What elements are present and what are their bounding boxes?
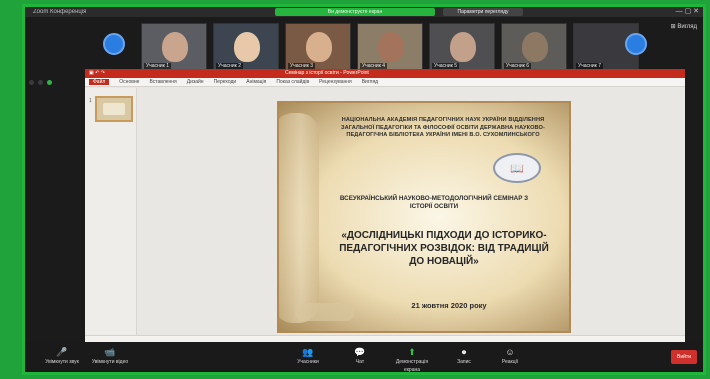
participant-tile[interactable]: Учасник 1: [141, 23, 207, 71]
smiley-icon: ☺: [505, 347, 515, 357]
participants-icon: 👥: [302, 347, 314, 357]
thumbnail-preview: [103, 103, 125, 115]
participants-button[interactable]: 👥 Учасники: [285, 346, 331, 370]
slide-number: 1: [89, 98, 92, 104]
view-options-button[interactable]: Параметри перегляду: [443, 8, 523, 16]
app-title: Zoom Конференція: [33, 9, 87, 15]
left-rail: [29, 77, 69, 87]
tab-home[interactable]: Основне: [119, 79, 139, 85]
status-dot-icon: [47, 79, 52, 85]
powerpoint-window: ▣ ↶ ↷ Семінар з історії освіти - PowerPo…: [85, 69, 685, 345]
organization-text: НАЦІОНАЛЬНА АКАДЕМІЯ ПЕДАГОГІЧНИХ НАУК У…: [341, 117, 545, 139]
microphone-icon: 🎤: [56, 347, 68, 357]
seminar-subtitle: ВСЕУКРАЇНСЬКИЙ НАУКОВО-МЕТОДОЛОГІЧНИЙ СЕ…: [339, 195, 529, 211]
participant-tile[interactable]: Учасник 4: [357, 23, 423, 71]
view-toggle-button[interactable]: ⊞ Вигляд: [671, 23, 697, 30]
ppt-ribbon-tabs: Файл Основне Вставлення Дизайн Переходи …: [85, 78, 685, 87]
scroll-decoration: [279, 113, 319, 323]
participant-avatar: [306, 32, 332, 62]
chat-button[interactable]: 💬 Чат: [337, 346, 383, 370]
tab-file[interactable]: Файл: [89, 79, 110, 85]
leave-meeting-button[interactable]: Вийти: [671, 350, 697, 364]
slide-thumbnail[interactable]: 1: [89, 96, 133, 122]
tab-view[interactable]: Вигляд: [362, 79, 378, 85]
tab-transitions[interactable]: Переходи: [214, 79, 237, 85]
participants-label: Учасники: [297, 359, 319, 365]
reactions-label: Реакції: [501, 359, 519, 365]
tab-animations[interactable]: Анімація: [246, 79, 266, 85]
share-screen-icon: ⬆: [408, 347, 416, 357]
next-page-arrow-icon[interactable]: [625, 33, 647, 55]
quick-access-toolbar[interactable]: ▣ ↶ ↷: [89, 69, 105, 78]
participant-avatar: [450, 32, 476, 62]
library-emblem-icon: 📖: [493, 153, 541, 183]
unmute-button[interactable]: 🎤 Увімкнути звук: [39, 346, 85, 370]
tab-design[interactable]: Дизайн: [187, 79, 204, 85]
participant-avatar: [522, 32, 548, 62]
start-video-button[interactable]: 📹 Увімкнути відео: [87, 346, 133, 370]
zoom-window: Zoom Конференція Ви демонструєте екран П…: [22, 4, 706, 375]
participant-tile[interactable]: Учасник 2: [213, 23, 279, 71]
share-screen-button[interactable]: ⬆ Демонстрація екрана: [389, 346, 435, 372]
participant-avatar: [378, 32, 404, 62]
window-titlebar: Zoom Конференція Ви демонструєте екран П…: [25, 7, 703, 17]
ppt-titlebar: ▣ ↶ ↷ Семінар з історії освіти - PowerPo…: [85, 69, 685, 78]
slide-thumbnails-panel: 1: [85, 88, 137, 335]
zoom-meeting-toolbar: 🎤 Увімкнути звук 📹 Увімкнути відео 👥 Уча…: [25, 342, 703, 372]
slide-canvas[interactable]: НАЦІОНАЛЬНА АКАДЕМІЯ ПЕДАГОГІЧНИХ НАУК У…: [277, 101, 571, 333]
start-video-label: Увімкнути відео: [91, 359, 129, 365]
screen-share-indicator[interactable]: Ви демонструєте екран: [275, 8, 435, 16]
participant-tile[interactable]: Учасник 3: [285, 23, 351, 71]
previous-page-arrow-icon[interactable]: [103, 33, 125, 55]
tab-review[interactable]: Рецензування: [319, 79, 352, 85]
record-icon: ⏺: [461, 347, 467, 357]
event-date: 21 жовтня 2020 року: [411, 301, 487, 310]
status-dot-icon: [29, 79, 34, 85]
record-button[interactable]: ⏺ Запис: [441, 346, 487, 370]
window-controls[interactable]: — ▢ ✕: [676, 7, 699, 15]
reactions-button[interactable]: ☺ Реакції: [487, 346, 533, 370]
share-screen-label: Демонстрація екрана: [395, 359, 429, 373]
unmute-label: Увімкнути звук: [45, 359, 79, 365]
slide-main-title: «ДОСЛІДНИЦЬКІ ПІДХОДИ ДО ІСТОРИКО-ПЕДАГО…: [339, 230, 549, 267]
participant-tile[interactable]: Учасник 6: [501, 23, 567, 71]
status-dot-icon: [38, 79, 43, 85]
participant-avatar: [234, 32, 260, 62]
chat-label: Чат: [355, 359, 365, 365]
participant-tile[interactable]: Учасник 5: [429, 23, 495, 71]
ppt-document-title: Семінар з історії освіти - PowerPoint: [285, 70, 369, 76]
video-camera-icon: 📹: [104, 347, 116, 357]
participant-avatar: [162, 32, 188, 62]
participant-video-strip: Учасник 1 Учасник 2 Учасник 3 Учасник 4 …: [25, 19, 703, 71]
chat-bubble-icon: 💬: [354, 347, 366, 357]
record-label: Запис: [457, 359, 471, 365]
scroll-roll-decoration: [295, 303, 355, 321]
tab-insert[interactable]: Вставлення: [149, 79, 176, 85]
tab-slideshow[interactable]: Показ слайдів: [276, 79, 309, 85]
